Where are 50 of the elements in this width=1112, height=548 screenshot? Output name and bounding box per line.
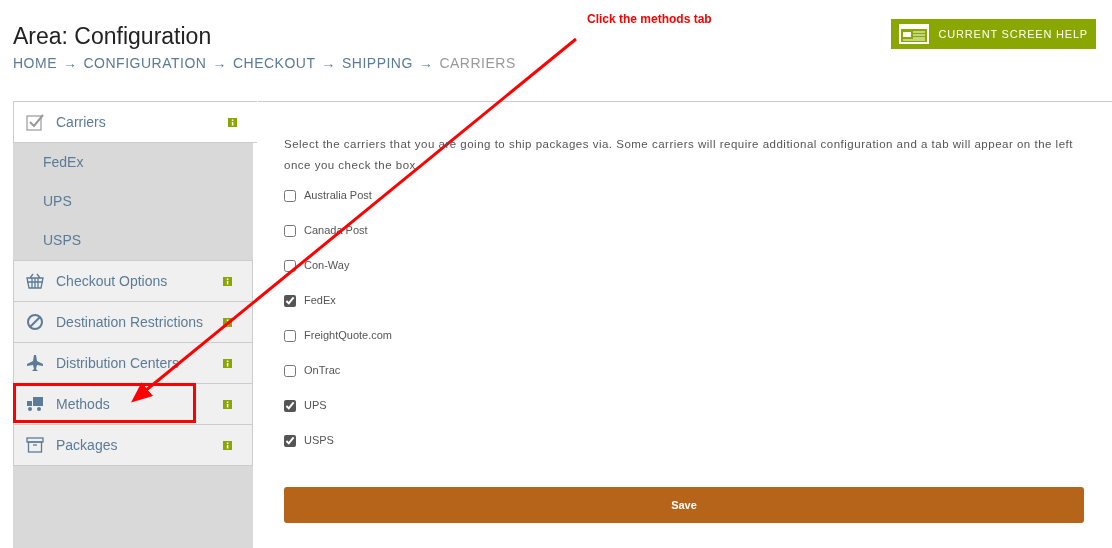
save-button[interactable]: Save (284, 487, 1084, 523)
info-icon (223, 440, 232, 450)
sidebar-tab[interactable]: Methods (13, 383, 253, 425)
carrier-checkbox[interactable] (284, 329, 296, 342)
breadcrumb-current: CARRIERS (439, 54, 516, 73)
carrier-checkbox[interactable] (284, 434, 296, 447)
help-button[interactable]: CURRENT SCREEN HELP (890, 19, 1096, 49)
info-icon (223, 317, 232, 327)
truck-icon (26, 396, 44, 412)
info-icon (228, 117, 237, 127)
breadcrumb-separator: → (418, 54, 434, 73)
carrier-checkbox[interactable] (284, 399, 296, 412)
sidebar-tab[interactable]: Destination Restrictions (13, 301, 253, 343)
carrier-label: UPS (304, 398, 327, 414)
annotation-text: Click the methods tab (587, 11, 712, 28)
breadcrumb-link[interactable]: CONFIGURATION (83, 53, 207, 74)
sidebar-subitem[interactable]: USPS (43, 230, 82, 251)
sidebar-subitem[interactable]: FedEx (43, 152, 84, 173)
sidebar-subitem[interactable]: UPS (43, 191, 72, 212)
sidebar-tab[interactable]: Packages (13, 424, 253, 466)
carrier-checkbox[interactable] (284, 259, 296, 272)
info-icon (223, 358, 232, 368)
airplane-icon (26, 354, 44, 372)
basket-icon (26, 273, 44, 289)
info-icon (223, 276, 232, 286)
carrier-label: FedEx (304, 293, 336, 309)
breadcrumb-link[interactable]: SHIPPING (341, 53, 413, 74)
carrier-label: OnTrac (304, 363, 341, 379)
sidebar-tab[interactable]: Checkout Options (13, 260, 253, 302)
breadcrumb-link[interactable]: CHECKOUT (232, 53, 316, 74)
carrier-label: USPS (304, 433, 334, 449)
carrier-label: Con-Way (304, 258, 350, 274)
carrier-checkbox[interactable] (284, 364, 296, 377)
breadcrumb-separator: → (212, 54, 227, 73)
info-icon (223, 399, 232, 409)
ban-icon (26, 313, 44, 331)
checkbox-icon (26, 113, 44, 131)
carrier-checkbox[interactable] (284, 294, 296, 307)
carrier-label: Australia Post (304, 188, 372, 204)
carrier-checkbox[interactable] (284, 224, 296, 237)
page-title: Area: Configuration (13, 22, 212, 50)
carrier-label: FreightQuote.com (304, 328, 393, 344)
archive-box-icon (26, 436, 44, 454)
sidebar-tab[interactable]: Carriers (13, 101, 257, 143)
breadcrumb-separator: → (321, 54, 336, 73)
carrier-checkbox[interactable] (284, 189, 296, 202)
browser-window-icon (898, 24, 929, 44)
breadcrumb-link[interactable]: HOME (13, 53, 57, 74)
breadcrumb-separator: → (63, 54, 78, 73)
sidebar-tab[interactable]: Distribution Centers (13, 342, 253, 384)
